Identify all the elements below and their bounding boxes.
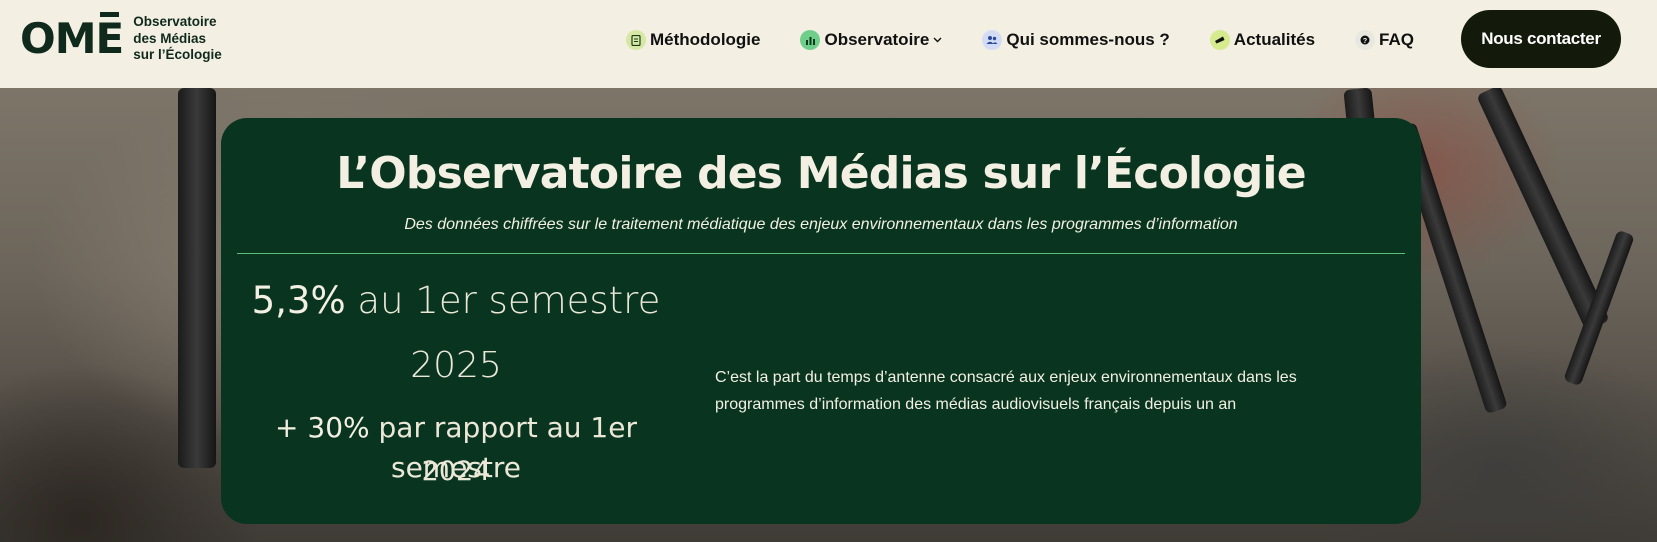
page-title: L’Observatoire des Médias sur l’Écologie	[336, 148, 1306, 199]
stat-value: 5,3%	[251, 279, 346, 322]
change-headline: + 30% par rapport au 1er semestre	[221, 408, 691, 484]
megaphone-icon	[1209, 30, 1230, 50]
change-value: + 30%	[275, 411, 370, 444]
svg-text:?: ?	[1363, 38, 1367, 45]
stats-block: 5,3% au 1er semestre 2025 + 30% par rapp…	[221, 276, 691, 492]
site-logo[interactable]: OME Observatoire des Médias sur l’Écolog…	[20, 11, 222, 64]
stat-year: 2025	[410, 345, 502, 386]
nav-item-qui-sommes-nous[interactable]: Qui sommes-nous ?	[982, 30, 1170, 50]
camera-pole-image	[1476, 88, 1610, 332]
chevron-down-icon[interactable]	[933, 34, 942, 46]
stat-headline: 5,3% au 1er semestre	[221, 276, 691, 338]
page-subtitle: Des données chiffrées sur le traitement …	[404, 216, 1238, 233]
hero-card: L’Observatoire des Médias sur l’Écologie…	[221, 118, 1421, 524]
logo-text-line-3: sur l’Écologie	[133, 47, 222, 62]
main-nav: Méthodologie Observatoire Qui sommes-nou…	[626, 0, 1454, 80]
people-icon	[982, 30, 1003, 50]
camera-pole-image	[178, 88, 216, 468]
contact-button[interactable]: Nous contacter	[1461, 10, 1621, 68]
question-icon: ?	[1355, 30, 1376, 50]
nav-item-methodologie[interactable]: Méthodologie	[626, 30, 760, 50]
divider	[237, 253, 1405, 254]
nav-label-observatoire: Observatoire	[824, 30, 930, 49]
nav-item-observatoire[interactable]: Observatoire	[800, 30, 942, 50]
stat-description: C’est la part du temps d’antenne consacr…	[715, 369, 1297, 413]
nav-label-qui-sommes-nous: Qui sommes-nous ?	[1006, 30, 1170, 49]
change-year: 2024	[421, 456, 491, 487]
logo-text-line-2: des Médias	[133, 30, 206, 46]
bar-chart-icon	[800, 30, 821, 50]
logo-mark: OME	[20, 11, 124, 63]
nav-item-actualites[interactable]: Actualités	[1209, 30, 1316, 50]
nav-label-faq: FAQ	[1379, 30, 1414, 49]
site-header: OME Observatoire des Médias sur l’Écolog…	[0, 0, 1657, 88]
logo-text: Observatoire des Médias sur l’Écologie	[133, 14, 222, 64]
nav-item-faq[interactable]: ? FAQ	[1355, 30, 1414, 50]
stat-period: au 1er semestre	[357, 279, 661, 322]
nav-label-actualites: Actualités	[1233, 30, 1316, 49]
logo-text-line-1: Observatoire	[133, 14, 217, 29]
document-icon	[626, 30, 646, 50]
nav-label-methodologie: Méthodologie	[650, 30, 761, 49]
